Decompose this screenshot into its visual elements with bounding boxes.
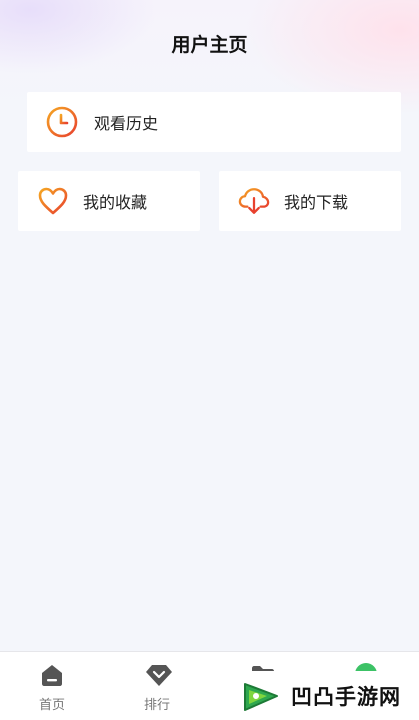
my-favorites-label: 我的收藏 bbox=[83, 193, 148, 212]
tab-home-label: 首页 bbox=[38, 698, 65, 713]
tab-home[interactable]: 首页 bbox=[0, 652, 104, 720]
watermark-logo-icon bbox=[239, 676, 283, 716]
watch-history-card[interactable]: 观看历史 bbox=[27, 92, 401, 152]
tab-ranking[interactable]: 排行 bbox=[105, 652, 209, 720]
clock-icon bbox=[46, 106, 78, 138]
my-downloads-label: 我的下载 bbox=[284, 193, 349, 212]
home-icon bbox=[40, 663, 64, 687]
ranking-icon bbox=[145, 663, 172, 687]
watch-history-label: 观看历史 bbox=[94, 114, 159, 133]
heart-icon bbox=[37, 185, 69, 217]
watermark: 凹凸手游网 bbox=[219, 671, 419, 720]
page-title: 用户主页 bbox=[171, 34, 248, 56]
tab-ranking-label: 排行 bbox=[143, 698, 170, 713]
my-favorites-card[interactable]: 我的收藏 bbox=[18, 171, 200, 231]
my-downloads-card[interactable]: 我的下载 bbox=[219, 171, 401, 231]
cloud-download-icon bbox=[238, 185, 270, 217]
watermark-text: 凹凸手游网 bbox=[291, 684, 401, 709]
